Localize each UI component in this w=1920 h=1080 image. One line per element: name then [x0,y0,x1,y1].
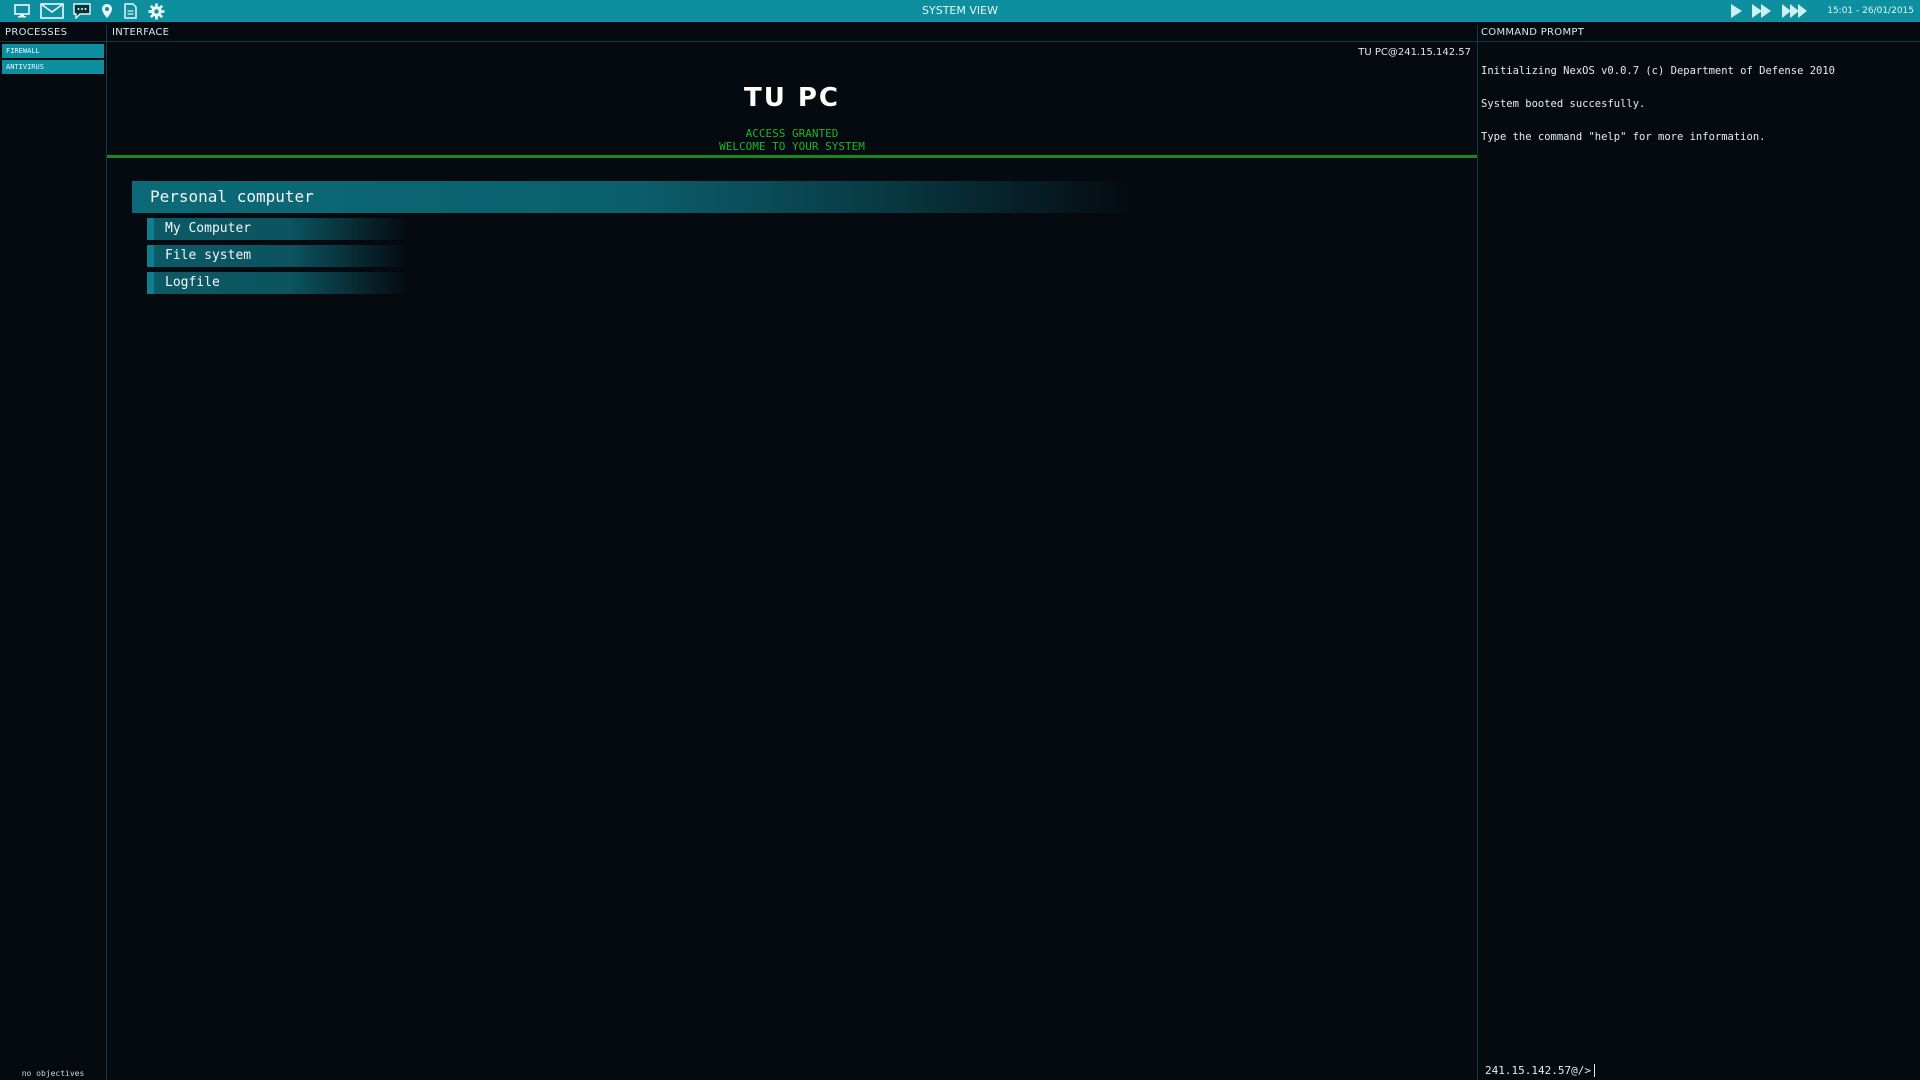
gear-icon[interactable] [144,1,168,21]
objectives-status: no objectives [21,1069,85,1078]
access-granted-text: ACCESS GRANTED [745,127,839,140]
text-cursor [1593,1064,1595,1077]
command-prompt-panel: COMMAND PROMPT Initializing NexOS v0.0.7… [1478,25,1920,1080]
command-input[interactable]: 241.15.142.57@/> [1485,1064,1595,1077]
process-item-firewall[interactable]: FIREWALL [2,44,104,58]
system-menu: My Computer File system Logfile [147,218,407,299]
clock: 15:01 - 26/01/2015 [1827,6,1914,16]
play-icon[interactable] [1729,3,1743,19]
console-line: System booted succesfully. [1481,98,1646,110]
divider [107,155,1477,158]
window-title: SYSTEM VIEW [922,4,998,17]
menu-item-my-computer[interactable]: My Computer [147,218,407,240]
processes-header: PROCESSES [0,25,106,42]
mail-icon[interactable] [38,1,66,21]
interface-header: INTERFACE [107,25,1477,42]
chat-icon[interactable] [70,1,94,21]
location-icon[interactable] [98,1,116,21]
toolbar-icons [0,1,168,21]
access-message: ACCESS GRANTED WELCOME TO YOUR SYSTEM [107,127,1477,153]
page-title: TU PC [743,83,841,113]
processes-panel: PROCESSES FIREWALL ANTIVIRUS no objectiv… [0,25,107,1080]
console-output: Initializing NexOS v0.0.7 (c) Department… [1478,42,1920,167]
document-icon[interactable] [120,1,140,21]
welcome-text: WELCOME TO YOUR SYSTEM [719,140,865,153]
speed-controls: 15:01 - 26/01/2015 [1729,0,1914,22]
menu-item-logfile[interactable]: Logfile [147,272,407,294]
monitor-icon[interactable] [10,1,34,21]
prompt-text: 241.15.142.57@/> [1485,1064,1591,1077]
process-item-antivirus[interactable]: ANTIVIRUS [2,60,104,74]
command-prompt-header: COMMAND PROMPT [1478,25,1920,42]
console-line: Initializing NexOS v0.0.7 (c) Department… [1481,65,1836,77]
fastest-forward-icon[interactable] [1781,3,1811,19]
interface-panel: INTERFACE TU PC@241.15.142.57 TU PC ACCE… [107,25,1478,1080]
section-header: Personal computer [132,181,1132,213]
host-id: TU PC@241.15.142.57 [1358,47,1471,58]
menu-item-file-system[interactable]: File system [147,245,407,267]
top-bar: SYSTEM VIEW 15:01 - 26/01/2015 [0,0,1920,22]
fast-forward-icon[interactable] [1751,3,1773,19]
console-line: Type the command "help" for more informa… [1481,131,1766,143]
